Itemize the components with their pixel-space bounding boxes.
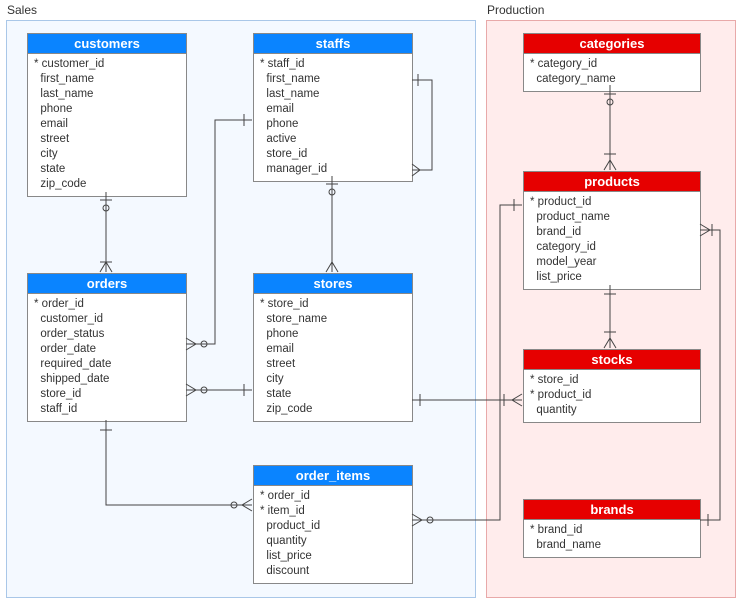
column: staff_id [34, 402, 180, 417]
column: order_status [34, 327, 180, 342]
entity-categories: categories * category_id category_name [523, 33, 701, 92]
column: brand_id [530, 225, 694, 240]
entity-orders-title: orders [28, 274, 186, 294]
column: product_name [530, 210, 694, 225]
column: phone [34, 102, 180, 117]
column: category_id [530, 240, 694, 255]
column: * category_id [530, 57, 694, 72]
entity-products-title: products [524, 172, 700, 192]
schema-production: Production categories * category_id cate… [486, 20, 736, 598]
entity-customers: customers * customer_id first_name last_… [27, 33, 187, 197]
column: active [260, 132, 406, 147]
column: street [34, 132, 180, 147]
column: list_price [530, 270, 694, 285]
column: * store_id [530, 373, 694, 388]
column: first_name [260, 72, 406, 87]
column: * brand_id [530, 523, 694, 538]
entity-brands-title: brands [524, 500, 700, 520]
entity-categories-columns: * category_id category_name [524, 54, 700, 91]
column: phone [260, 327, 406, 342]
column: * product_id [530, 388, 694, 403]
column: * item_id [260, 504, 406, 519]
column: store_name [260, 312, 406, 327]
column: state [260, 387, 406, 402]
column: * order_id [34, 297, 180, 312]
entity-products-columns: * product_id product_name brand_id categ… [524, 192, 700, 289]
column: street [260, 357, 406, 372]
entity-stores-title: stores [254, 274, 412, 294]
column: * customer_id [34, 57, 180, 72]
column: city [260, 372, 406, 387]
entity-customers-title: customers [28, 34, 186, 54]
column: product_id [260, 519, 406, 534]
entity-orders: orders * order_id customer_id order_stat… [27, 273, 187, 422]
column: state [34, 162, 180, 177]
column: shipped_date [34, 372, 180, 387]
schema-production-label: Production [487, 3, 544, 17]
column: quantity [530, 403, 694, 418]
column: last_name [260, 87, 406, 102]
entity-stocks-columns: * store_id* product_id quantity [524, 370, 700, 422]
column: list_price [260, 549, 406, 564]
entity-products: products * product_id product_name brand… [523, 171, 701, 290]
entity-order-items-title: order_items [254, 466, 412, 486]
column: store_id [260, 147, 406, 162]
entity-stocks: stocks * store_id* product_id quantity [523, 349, 701, 423]
entity-staffs: staffs * staff_id first_name last_name e… [253, 33, 413, 182]
entity-orders-columns: * order_id customer_id order_status orde… [28, 294, 186, 421]
schema-sales: Sales customers * customer_id first_name… [6, 20, 476, 598]
entity-categories-title: categories [524, 34, 700, 54]
column: model_year [530, 255, 694, 270]
entity-staffs-title: staffs [254, 34, 412, 54]
column: brand_name [530, 538, 694, 553]
column: discount [260, 564, 406, 579]
column: * staff_id [260, 57, 406, 72]
column: last_name [34, 87, 180, 102]
entity-customers-columns: * customer_id first_name last_name phone… [28, 54, 186, 196]
column: phone [260, 117, 406, 132]
column: email [260, 102, 406, 117]
schema-sales-label: Sales [7, 3, 37, 17]
column: quantity [260, 534, 406, 549]
column: email [34, 117, 180, 132]
column: manager_id [260, 162, 406, 177]
column: order_date [34, 342, 180, 357]
column: store_id [34, 387, 180, 402]
entity-order-items: order_items * order_id* item_id product_… [253, 465, 413, 584]
column: customer_id [34, 312, 180, 327]
column: * product_id [530, 195, 694, 210]
column: category_name [530, 72, 694, 87]
column: * order_id [260, 489, 406, 504]
entity-stores: stores * store_id store_name phone email… [253, 273, 413, 422]
entity-staffs-columns: * staff_id first_name last_name email ph… [254, 54, 412, 181]
column: email [260, 342, 406, 357]
column: * store_id [260, 297, 406, 312]
entity-order-items-columns: * order_id* item_id product_id quantity … [254, 486, 412, 583]
column: first_name [34, 72, 180, 87]
entity-brands: brands * brand_id brand_name [523, 499, 701, 558]
entity-brands-columns: * brand_id brand_name [524, 520, 700, 557]
column: zip_code [260, 402, 406, 417]
column: zip_code [34, 177, 180, 192]
column: city [34, 147, 180, 162]
entity-stores-columns: * store_id store_name phone email street… [254, 294, 412, 421]
entity-stocks-title: stocks [524, 350, 700, 370]
column: required_date [34, 357, 180, 372]
